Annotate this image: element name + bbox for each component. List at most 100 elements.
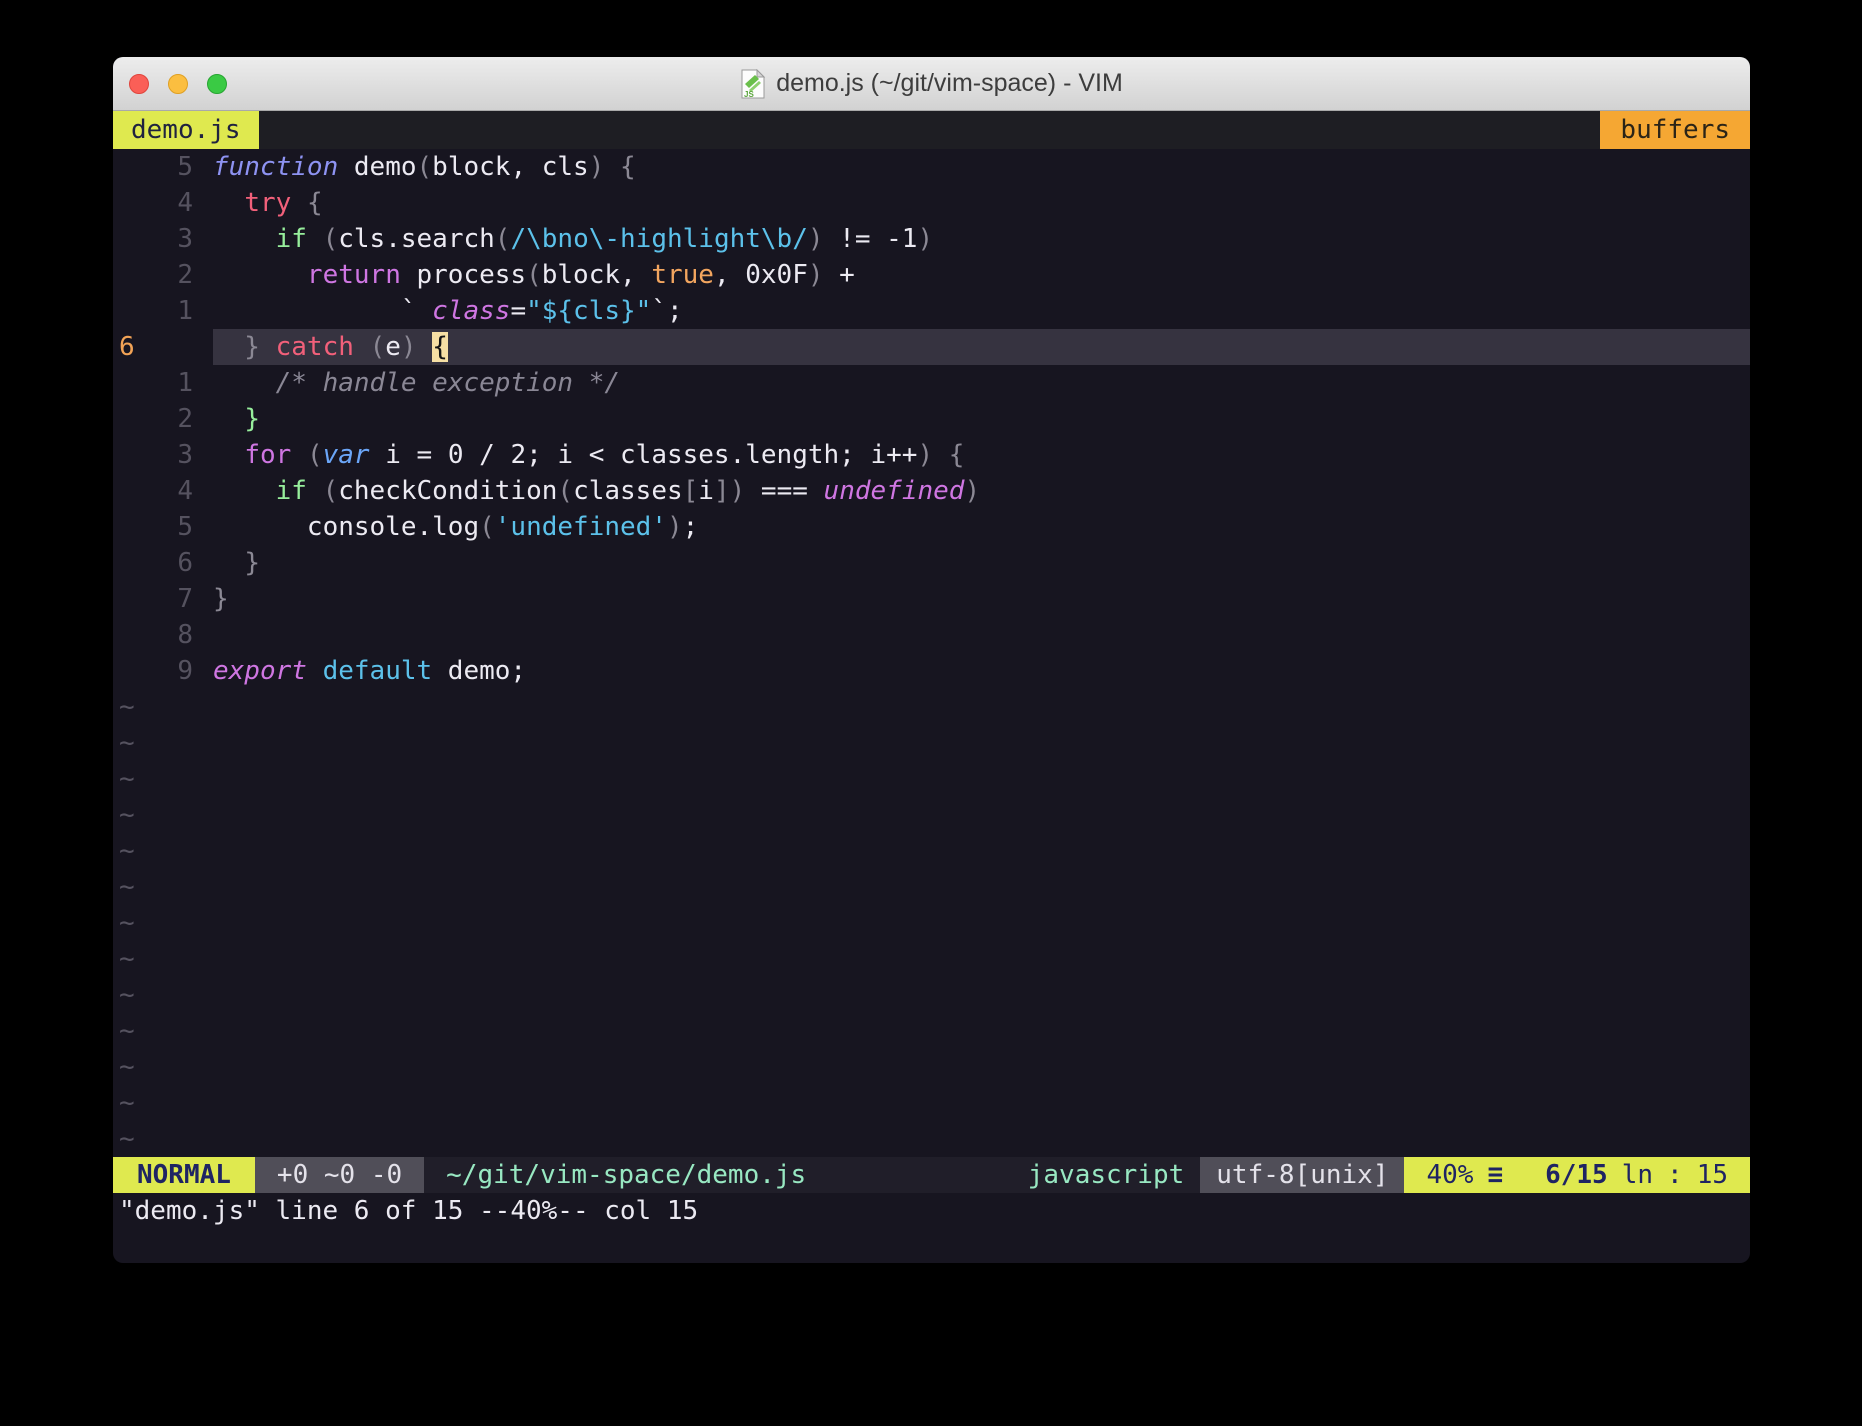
code-line-text: export default demo; [213,653,1750,689]
code-token: ( [479,512,495,542]
code-token [213,260,307,290]
status-bar: NORMAL +0 ~0 -0 ~/git/vim-space/demo.js … [113,1157,1750,1193]
code-line-text: if (cls.search(/\bno\-highlight\b/) != -… [213,221,1750,257]
code-token: console.log [213,512,479,542]
empty-line: ~ [113,905,1750,941]
code-token: `; [651,296,682,326]
command-line: "demo.js" line 6 of 15 --40%-- col 15 [113,1193,1750,1229]
tilde-marker: ~ [113,977,135,1013]
code-token: , 0x0F [714,260,808,290]
code-token: ; [683,512,699,542]
code-line-text: } [213,581,1750,617]
code-line[interactable]: 1 /* handle exception */ [113,365,1750,401]
code-token: cls.search [338,224,495,254]
block-cursor: { [432,332,448,362]
empty-line: ~ [113,1085,1750,1121]
relative-line-number: 8 [113,617,213,653]
relative-line-number: 3 [113,437,213,473]
code-line-text: for (var i = 0 / 2; i < classes.length; … [213,437,1750,473]
code-line[interactable]: 9export default demo; [113,653,1750,689]
code-line-text: } [213,401,1750,437]
tab-bar: demo.js buffers [113,111,1750,149]
column-label: ln [1622,1160,1653,1190]
code-token: if [276,476,307,506]
code-line[interactable]: 4 if (checkCondition(classes[i]) === und… [113,473,1750,509]
position-indicator: 40% ≡ 6/15 ln : 15 [1404,1157,1750,1193]
code-line[interactable]: 6 } [113,545,1750,581]
code-line[interactable]: 2 } [113,401,1750,437]
tab-demo-js[interactable]: demo.js [113,111,259,149]
buffers-tab[interactable]: buffers [1600,111,1750,149]
code-token: + [824,260,855,290]
empty-line: ~ [113,1049,1750,1085]
code-line[interactable]: 8 [113,617,1750,653]
code-line[interactable]: 3 if (cls.search(/\bno\-highlight\b/) !=… [113,221,1750,257]
code-token: ) [589,152,605,182]
relative-line-number: 1 [113,293,213,329]
close-button[interactable] [129,74,149,94]
code-token: ( [526,260,542,290]
code-token [291,188,307,218]
code-line-text: function demo(block, cls) { [213,149,1750,185]
code-area[interactable]: 5function demo(block, cls) {4 try {3 if … [113,149,1750,1157]
code-token: try [244,188,291,218]
empty-line: ~ [113,869,1750,905]
code-token: ) [917,440,933,470]
code-token [213,476,276,506]
code-token [213,368,276,398]
code-token: ) [917,224,933,254]
code-token: checkCondition [338,476,557,506]
code-line-text: ` class="${cls}"`; [213,293,1750,329]
code-token: ( [417,152,433,182]
code-line[interactable]: 2 return process(block, true, 0x0F) + [113,257,1750,293]
empty-line: ~ [113,725,1750,761]
code-token [307,476,323,506]
relative-line-number: 7 [113,581,213,617]
tilde-marker: ~ [113,761,135,797]
code-token: ( [323,224,339,254]
code-token: ( [557,476,573,506]
window-title: demo.js (~/git/vim-space) - VIM [776,69,1123,98]
code-line[interactable]: 6 } catch (e) { [113,329,1750,365]
code-token: } [213,332,260,362]
code-token: /* handle exception */ [276,368,620,398]
code-token: default [323,656,433,686]
code-token: process [401,260,526,290]
tilde-marker: ~ [113,725,135,761]
code-line-text: /* handle exception */ [213,365,1750,401]
code-token [213,440,244,470]
code-token: e [385,332,401,362]
relative-line-number: 2 [113,401,213,437]
code-line[interactable]: 3 for (var i = 0 / 2; i < classes.length… [113,437,1750,473]
code-token: 'undefined' [495,512,667,542]
empty-line: ~ [113,761,1750,797]
tilde-marker: ~ [113,797,135,833]
fullscreen-button[interactable] [207,74,227,94]
empty-line: ~ [113,977,1750,1013]
code-line[interactable]: 7} [113,581,1750,617]
current-line-number: 6 [113,329,213,365]
code-line[interactable]: 1 ` class="${cls}"`; [113,293,1750,329]
relative-line-number: 1 [113,365,213,401]
empty-line: ~ [113,797,1750,833]
code-token [417,332,433,362]
code-line[interactable]: 4 try { [113,185,1750,221]
mode-indicator: NORMAL [113,1157,255,1193]
code-token [213,404,244,434]
code-token: catch [276,332,354,362]
scroll-percent: 40% [1426,1160,1473,1190]
code-token: ]) [714,476,745,506]
code-line[interactable]: 5function demo(block, cls) { [113,149,1750,185]
tilde-marker: ~ [113,1013,135,1049]
empty-line: ~ [113,1013,1750,1049]
column-separator: : [1667,1160,1683,1190]
code-line[interactable]: 5 console.log('undefined'); [113,509,1750,545]
code-token [307,656,323,686]
empty-line: ~ [113,689,1750,725]
code-token: } [244,404,260,434]
code-token: block, cls [432,152,589,182]
code-token: function [213,152,338,182]
code-token: "${cls}" [526,296,651,326]
minimize-button[interactable] [168,74,188,94]
tab-label: demo.js [131,115,241,145]
